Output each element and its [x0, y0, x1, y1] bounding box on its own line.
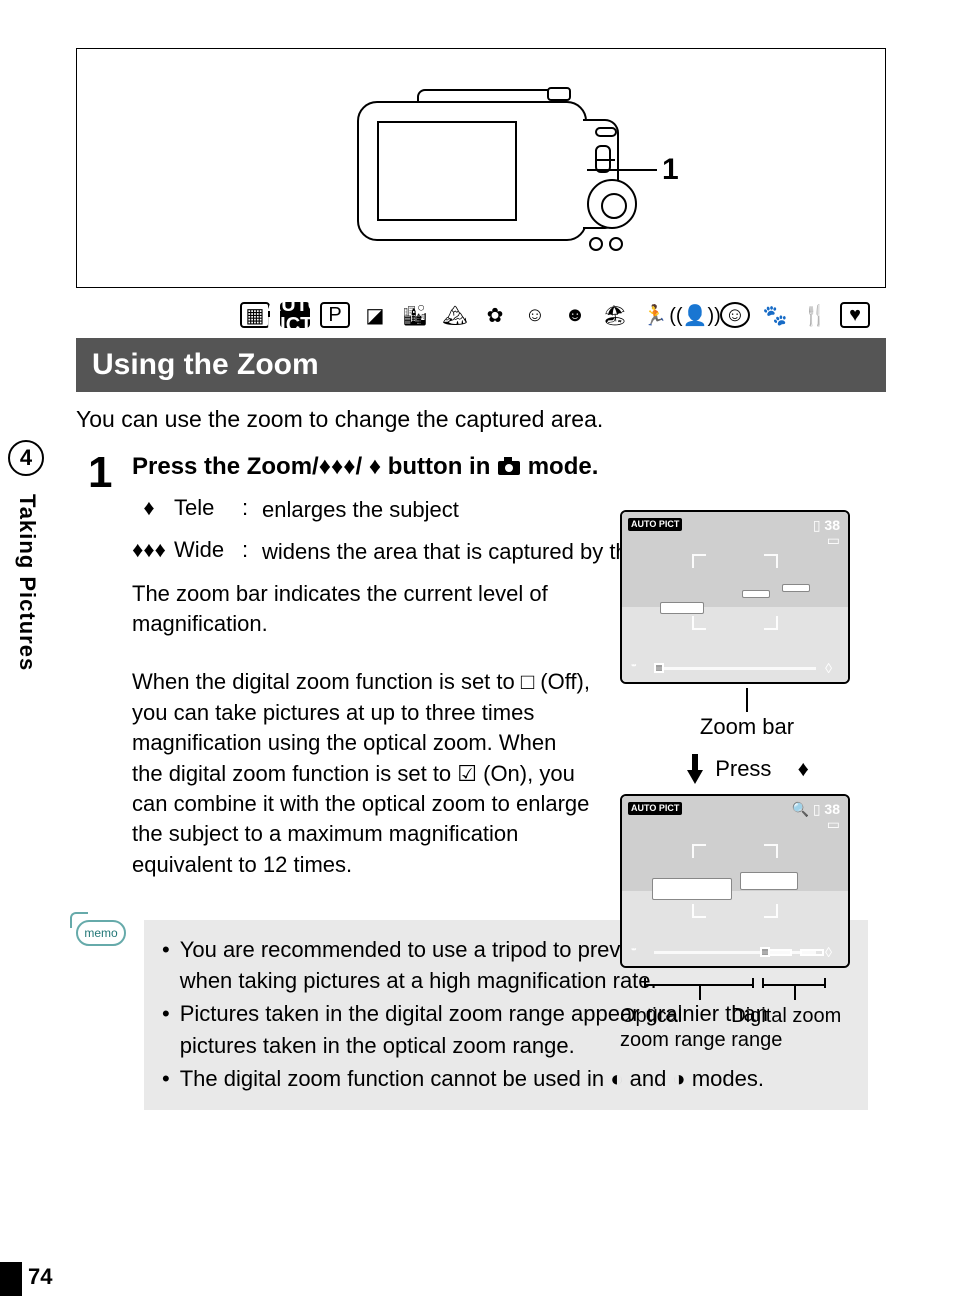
food-icon: 🍴 [800, 302, 830, 328]
tele-end-icon: ◊ [825, 660, 832, 676]
press-arrow: Press ♦ [620, 754, 874, 784]
page-number: 74 [28, 1264, 52, 1290]
tele-label: Tele [174, 495, 234, 521]
shake-reduce-icon: ((👤)) [680, 302, 710, 328]
mode-badge: AUTO PICT [628, 518, 682, 531]
landscape-icon: 🏔 [440, 302, 470, 328]
memory-icon: ▯ [813, 517, 821, 533]
shots-remaining: 38 [824, 517, 840, 533]
digital-zoom-text: When the digital zoom function is set to… [132, 667, 592, 880]
camera-icon [497, 456, 521, 476]
battery-icon: ▭ [827, 816, 840, 832]
optical-range-label: Optical zoom range [620, 1004, 731, 1052]
press-label: Press [715, 756, 771, 782]
mode-icon-strip: ▦ AUTOPICT P ◪ 🏙 🏔 ✿ ☺ ☻ 🏖 🏃 ((👤)) ☺ 🐾 🍴… [240, 302, 884, 328]
tele-end-icon: ◊ [825, 944, 832, 960]
zoom-bar-caption: Zoom bar [620, 714, 874, 740]
memo-item-text: The digital zoom function cannot be used… [180, 1063, 764, 1094]
digital-range-label: Digital zoom range [731, 1004, 874, 1052]
zoom-bar: ꤪ ◊ [638, 946, 832, 958]
frame-icon: ♥ [840, 302, 870, 328]
memo-icon: memo [76, 920, 130, 946]
camera-drawing [357, 89, 621, 259]
pet-icon: 🐾 [760, 302, 790, 328]
memory-icon: ▯ [813, 801, 821, 817]
memo-item: •The digital zoom function cannot be use… [162, 1063, 850, 1094]
chapter-tab: 4 Taking Pictures [0, 440, 52, 671]
chapter-number: 4 [8, 440, 44, 476]
shots-remaining: 38 [824, 801, 840, 817]
section-heading: Using the Zoom [76, 338, 886, 392]
down-arrow-icon [685, 754, 705, 784]
callout-number: 1 [662, 153, 679, 187]
wide-label: Wide [174, 537, 234, 563]
step-heading-pre: Press the Zoom/ [132, 453, 319, 480]
camera-illustration: 1 [76, 48, 886, 288]
face-icon: ☺ [720, 302, 750, 328]
lcd-screenshot-tele: AUTO PICT 🔍 ▯ 38 ▭ ꤪ ◊ [620, 794, 850, 968]
tele-icon: ♦ [132, 495, 166, 521]
auto-pict-icon: AUTOPICT [280, 302, 310, 328]
kids-icon: ☻ [560, 302, 590, 328]
intro-text: You can use the zoom to change the captu… [76, 406, 884, 433]
magnifier-icon: 🔍 [791, 801, 808, 817]
surf-icon: 🏖 [600, 302, 630, 328]
tele-icon: ♦ [798, 756, 809, 782]
step-heading: Press the Zoom/♦♦♦/ ♦ button in mode. [132, 451, 884, 483]
status-icons: 🔍 ▯ 38 ▭ [791, 802, 840, 833]
step-heading-post: button in [381, 453, 497, 480]
lcd-screenshot-wide: AUTO PICT ▯ 38 ▭ ꤪ ◊ [620, 510, 850, 684]
tele-icon: ♦ [369, 453, 381, 480]
scene-icon: ◪ [360, 302, 390, 328]
step-heading-end: mode. [521, 453, 598, 480]
status-icons: ▯ 38 ▭ [813, 518, 840, 549]
step-number: 1 [88, 451, 132, 880]
battery-icon: ▭ [827, 532, 840, 548]
wide-icon: ♦♦♦ [319, 453, 356, 480]
chapter-title: Taking Pictures [14, 494, 40, 671]
lcd-examples: AUTO PICT ▯ 38 ▭ ꤪ ◊ Zoom bar Press ♦ [620, 510, 874, 1052]
memo-label: memo [76, 920, 126, 946]
zoom-bar: ꤪ ◊ [638, 662, 832, 674]
zoom-lever-icon [595, 127, 617, 137]
grid-icon: ▦ [240, 302, 270, 328]
flower-icon: ✿ [480, 302, 510, 328]
step-heading-mid: / [355, 453, 362, 480]
range-indicators [620, 970, 874, 1000]
p-icon: P [320, 302, 350, 328]
wide-icon: ♦♦♦ [132, 537, 166, 563]
mode-badge: AUTO PICT [628, 802, 682, 815]
sport-icon: 🏃 [640, 302, 670, 328]
portrait-icon: ☺ [520, 302, 550, 328]
night-group-icon: 🏙 [400, 302, 430, 328]
page-footer: 74 [0, 1250, 954, 1314]
zoom-bar-text: The zoom bar indicates the current level… [132, 579, 592, 640]
